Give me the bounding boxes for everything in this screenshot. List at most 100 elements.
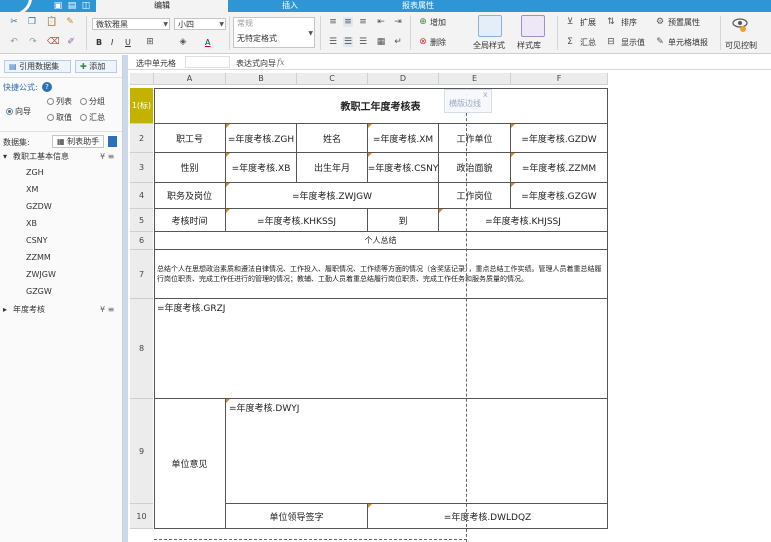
summary-button[interactable]: 汇总 [580,37,596,48]
ref-dataset-button[interactable]: ▤ 引用数据集 [4,60,71,73]
tree-field[interactable]: GZDW [26,202,52,211]
formula-cell[interactable]: =年度考核.GRZJ [154,299,608,399]
global-style-button[interactable]: 全局样式 [473,40,505,51]
formula-cell[interactable]: =年度考核.DWLDQZ [368,504,608,529]
column-header[interactable]: E [439,73,511,85]
redo-icon[interactable]: ↷ [28,37,38,47]
tree-field[interactable]: ZWJGW [26,270,56,279]
align-middle-icon[interactable]: ≡ [343,17,353,27]
table-cell[interactable]: 到 [368,209,439,232]
select-all-corner[interactable] [130,73,154,85]
radio-list[interactable] [47,98,54,105]
row-header[interactable]: 10 [130,504,153,529]
format-painter-icon[interactable]: ✎ [65,17,75,27]
formula-cell[interactable]: =年度考核.ZGH [226,124,297,153]
table-cell[interactable]: 单位领导签字 [226,504,368,529]
page-break-line[interactable] [154,539,467,540]
table-cell[interactable]: 性别 [154,153,226,183]
italic-button[interactable]: I [111,37,113,48]
tree-group-basic-info[interactable]: 教职工基本信息 [13,151,69,162]
formula-cell[interactable]: =年度考核.ZZMM [511,153,608,183]
eraser-icon[interactable]: ⌫ [47,37,60,47]
copy-icon[interactable]: ❐ [27,17,37,27]
table-cell[interactable]: 职工号 [154,124,226,153]
formula-cell[interactable]: =年度考核.XM [368,124,439,153]
tab-insert[interactable]: 插入 [229,0,351,12]
table-cell[interactable]: 政治面貌 [439,153,511,183]
table-cell[interactable]: 姓名 [297,124,368,153]
preview-icon[interactable]: ◫ [81,1,91,11]
formula-cell[interactable]: =年度考核.KHJSSJ [439,209,608,232]
help-icon[interactable]: ? [42,82,52,92]
close-icon[interactable]: x [483,89,488,100]
style-library-button[interactable]: 样式库 [517,40,541,51]
indent-decrease-icon[interactable]: ⇤ [376,17,386,27]
align-left-icon[interactable]: ☰ [328,37,338,47]
radio-group[interactable] [80,98,87,105]
expand-button[interactable]: 扩展 [580,17,596,28]
indent-increase-icon[interactable]: ⇥ [393,17,403,27]
visibility-control-button[interactable]: 可见控制 [725,40,757,51]
cut-icon[interactable]: ✂ [9,17,19,27]
border-icon[interactable]: ⊞ [145,37,155,47]
radio-summary[interactable] [80,114,87,121]
bold-button[interactable]: B [96,37,102,48]
make-table-button[interactable]: ▦ 制表助手 [52,135,104,148]
section-header-cell[interactable]: 个人总结 [154,232,608,250]
row-header[interactable]: 5 [130,209,153,232]
row-header[interactable]: 9 [130,399,153,504]
align-right-icon[interactable]: ☰ [358,37,368,47]
number-format-select[interactable]: 常规 无特定格式 ▼ [233,17,315,48]
align-top-icon[interactable]: ≡ [328,17,338,27]
wrap-text-icon[interactable]: ↵ [393,37,403,47]
fx-icon[interactable]: fx [277,57,284,68]
underline-button[interactable]: U [125,37,131,48]
align-bottom-icon[interactable]: ≡ [358,17,368,27]
cell-fill-button[interactable]: 单元格填报 [668,37,708,48]
delete-button[interactable]: 删除 [430,37,446,48]
row-header[interactable]: 4 [130,183,153,209]
title-cell[interactable]: 教职工年度考核表 [154,88,608,124]
save-icon[interactable]: ▣ [53,1,63,11]
font-color-button[interactable]: A [205,37,210,48]
expression-wizard-label[interactable]: 表达式向导 [236,58,276,69]
formula-cell[interactable]: =年度考核.GZDW [511,124,608,153]
font-size-select[interactable]: 小四 ▼ [174,18,226,30]
tree-group-actions-icon[interactable]: ¥ ≡ [100,304,114,315]
row-header[interactable]: 2 [130,124,153,153]
paste-icon[interactable]: 📋 [46,17,57,27]
row-header[interactable]: 6 [130,232,153,250]
tree-field[interactable]: XM [26,185,38,194]
preset-attr-button[interactable]: 预置属性 [668,17,700,28]
table-cell[interactable]: 工作单位 [439,124,511,153]
page-break-line[interactable] [466,88,467,542]
tree-field[interactable]: CSNY [26,236,48,245]
print-icon[interactable]: ▤ [67,1,77,11]
tree-group-annual-review[interactable]: 年度考核 [13,304,45,315]
formula-cell[interactable]: =年度考核.KHKSSJ [226,209,368,232]
instruction-cell[interactable]: 总结个人在思想政治素质和遵法自律情况、工作投入、履职情况、工作绩等方面的情况（含… [154,250,608,299]
column-header[interactable]: D [368,73,439,85]
row-header[interactable]: 7 [130,250,153,299]
tree-collapse-icon[interactable]: ▸ [3,304,7,315]
row-header[interactable]: 8 [130,299,153,399]
sort-button[interactable]: 排序 [621,17,637,28]
radio-wizard[interactable] [6,108,13,115]
formula-cell[interactable]: =年度考核.ZWJGW [226,183,439,209]
row-header[interactable]: 1(标) [130,88,153,124]
selected-cell-input[interactable] [185,56,230,68]
formula-cell[interactable]: =年度考核.CSNY [368,153,439,183]
add-button[interactable]: 增加 [430,17,446,28]
panel-toggle-icon[interactable] [108,136,117,147]
column-header[interactable]: F [511,73,608,85]
table-cell[interactable]: 出生年月 [297,153,368,183]
tree-field[interactable]: XB [26,219,37,228]
column-header[interactable]: C [297,73,368,85]
column-header[interactable]: B [226,73,297,85]
add-dataset-button[interactable]: ✚ 添加 [75,60,117,73]
tree-field[interactable]: ZGH [26,168,44,177]
formula-cell[interactable]: =年度考核.GZGW [511,183,608,209]
table-cell[interactable]: 工作岗位 [439,183,511,209]
row-header[interactable]: 3 [130,153,153,183]
tree-group-actions-icon[interactable]: ¥ ≡ [100,151,114,162]
